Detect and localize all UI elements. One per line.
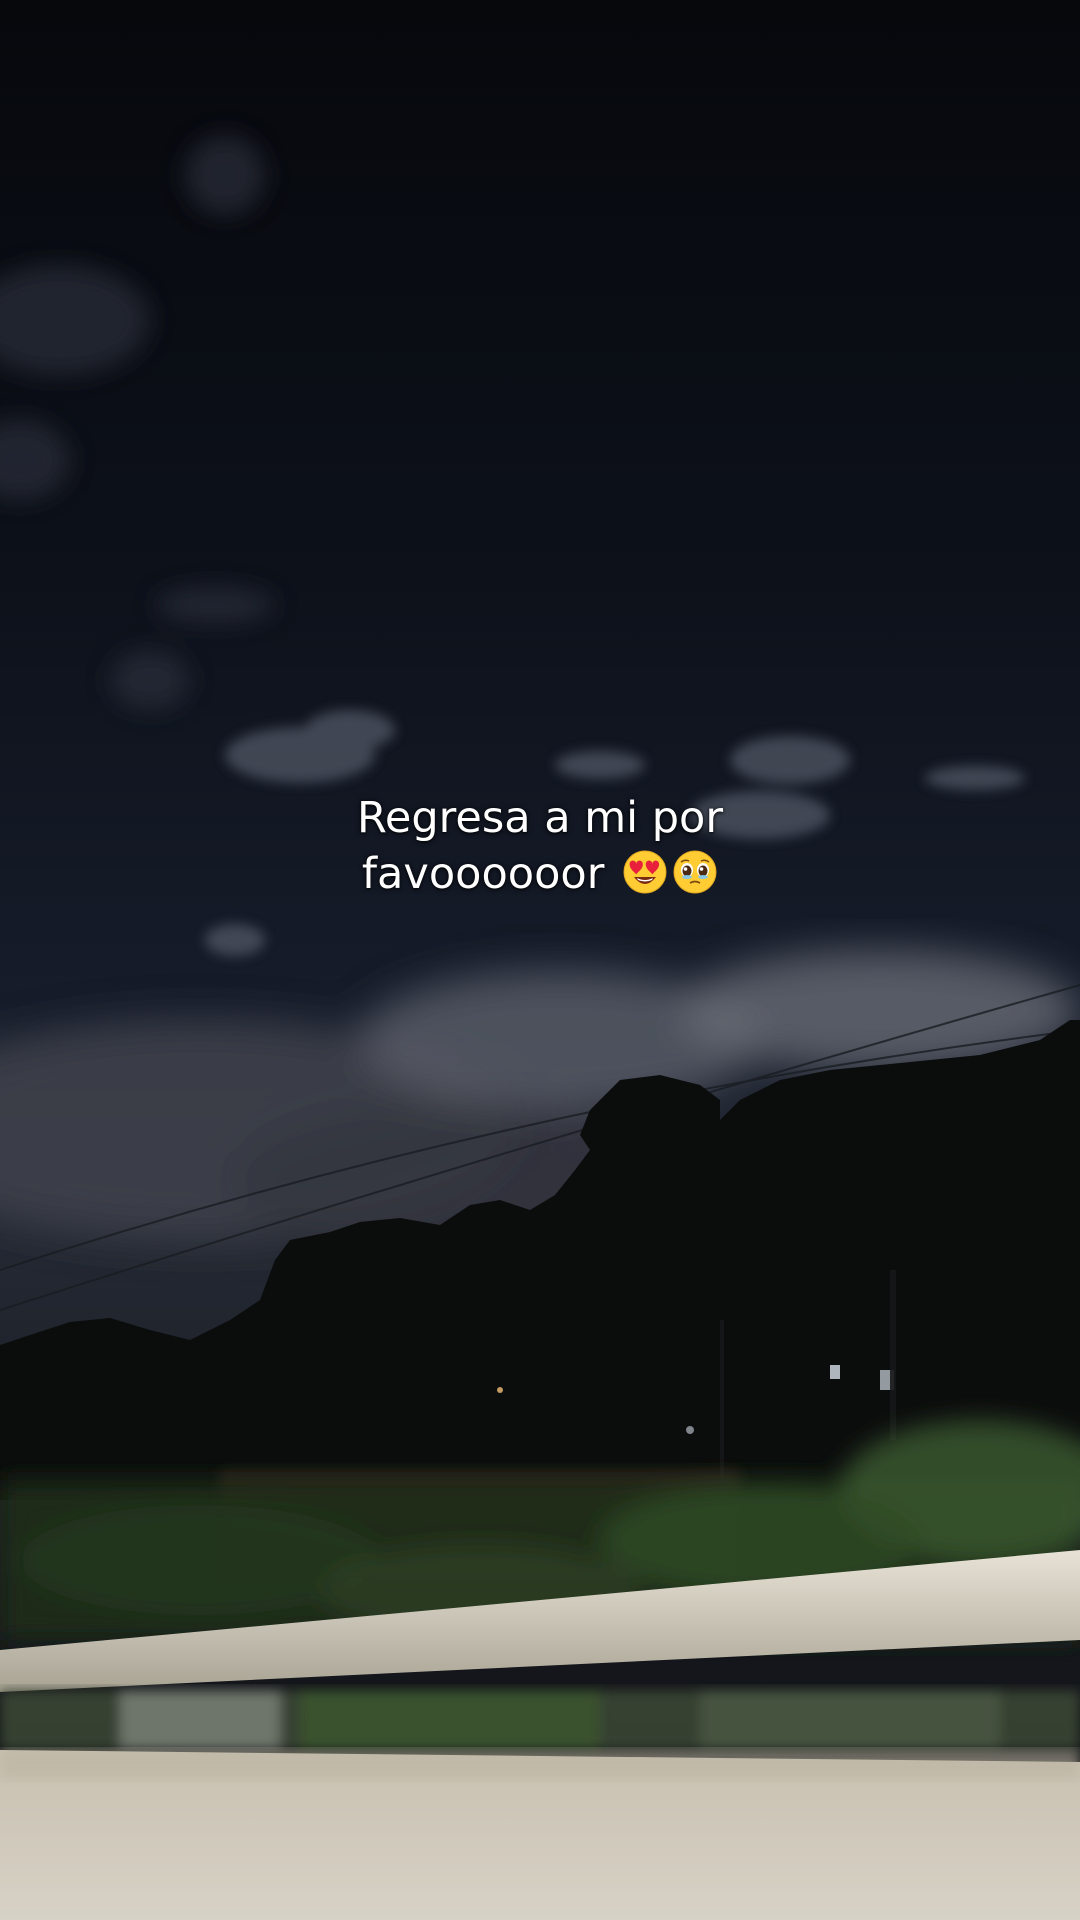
overlay-caption: Regresa a mi por favoooooor bbox=[0, 790, 1080, 902]
night-sky-photo: Regresa a mi por favoooooor bbox=[0, 0, 1080, 1920]
heart-eyes-emoji-icon bbox=[623, 850, 667, 894]
window-reflection bbox=[0, 1690, 1080, 1750]
caption-line-2: favoooooor bbox=[0, 846, 1080, 902]
caption-line-2-text: favoooooor bbox=[361, 849, 619, 899]
caption-line-1: Regresa a mi por bbox=[356, 793, 724, 843]
holding-back-tears-emoji-icon bbox=[673, 850, 717, 894]
night-road-scene bbox=[0, 0, 1080, 1920]
